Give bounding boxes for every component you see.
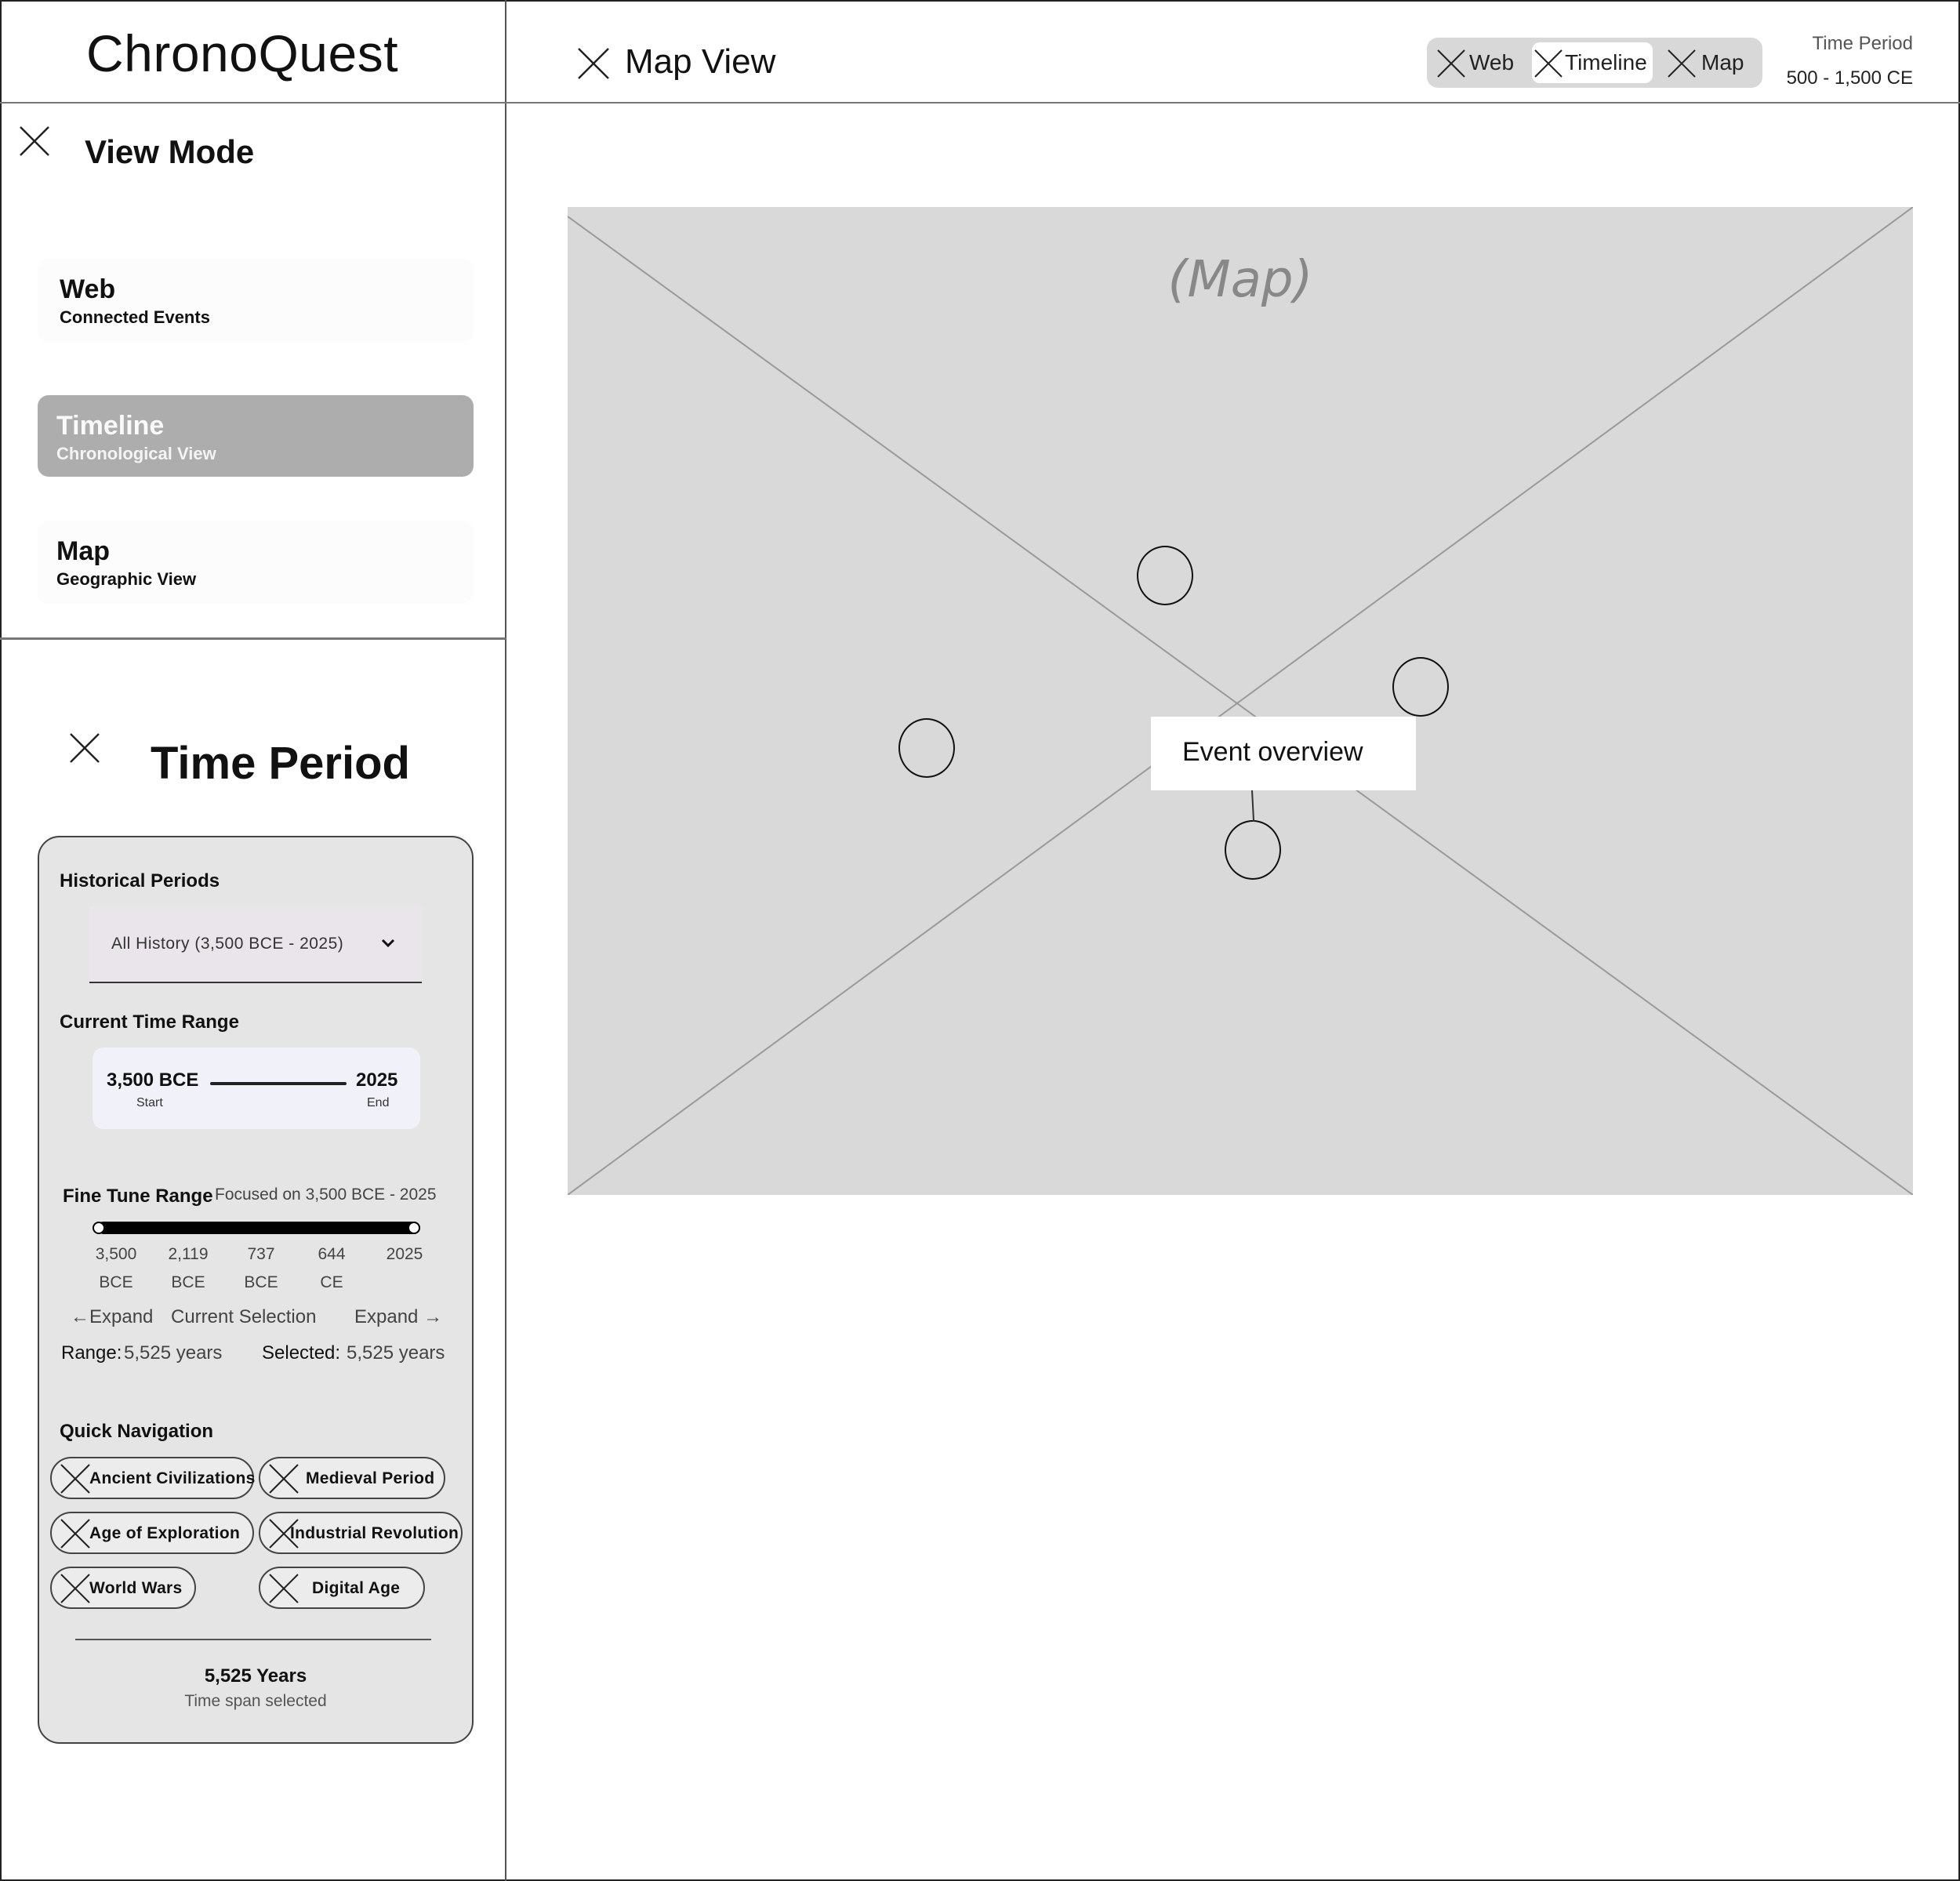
close-icon <box>267 1571 301 1606</box>
view-switch-map[interactable]: Map <box>1662 42 1758 83</box>
quick-nav-age-of-exploration[interactable]: Age of Exploration <box>50 1512 254 1554</box>
slider-tick-era: BCE <box>171 1273 205 1291</box>
view-mode-web[interactable]: Web Connected Events <box>38 259 474 342</box>
expand-right-button[interactable]: Expand → <box>354 1306 442 1328</box>
page-title: Map View <box>625 42 776 81</box>
close-icon <box>1436 49 1466 78</box>
historical-periods-label: Historical Periods <box>60 870 220 891</box>
quick-nav-label: Digital Age <box>312 1579 401 1597</box>
range-end-label: End <box>367 1096 390 1109</box>
range-end-value: 2025 <box>356 1069 398 1091</box>
app-title: ChronoQuest <box>86 24 399 82</box>
quick-nav-digital-age[interactable]: Digital Age <box>259 1567 425 1609</box>
slider-tick-label: 3,500 <box>95 1245 137 1263</box>
map-event-marker[interactable] <box>1137 546 1193 605</box>
map-placeholder[interactable]: (Map) Event overview <box>568 207 1913 1195</box>
quick-nav-ancient-civilizations[interactable]: Ancient Civilizations <box>50 1457 256 1499</box>
map-event-marker[interactable] <box>1392 657 1449 717</box>
range-years-label: Range: <box>61 1342 122 1364</box>
historical-period-select-value: All History (3,500 BCE - 2025) <box>111 935 344 953</box>
quick-nav-medieval-period[interactable]: Medieval Period <box>259 1457 445 1499</box>
current-time-range-label: Current Time Range <box>60 1011 239 1033</box>
slider-tick-label: 2025 <box>386 1245 423 1263</box>
time-period-title: Time Period <box>151 738 410 789</box>
range-start-value: 3,500 BCE <box>107 1069 199 1091</box>
header-divider <box>0 102 1960 103</box>
view-switch-web-label: Web <box>1469 50 1515 74</box>
view-switcher: Web Timeline Map <box>1427 38 1762 88</box>
current-selection-label: Current Selection <box>171 1306 317 1327</box>
quick-nav-industrial-revolution[interactable]: Industrial Revolution <box>259 1512 463 1554</box>
view-mode-map-title: Map <box>56 536 110 566</box>
quick-nav-label: World Wars <box>89 1579 183 1597</box>
view-switch-web[interactable]: Web <box>1432 42 1524 83</box>
view-mode-map-subtitle: Geographic View <box>56 569 197 589</box>
selected-years-value: 5,525 years <box>347 1342 445 1364</box>
view-mode-web-title: Web <box>60 274 116 304</box>
sidebar-divider <box>505 0 506 1881</box>
time-span-caption: Time span selected <box>184 1692 327 1710</box>
quick-nav-label: Industrial Revolution <box>290 1524 459 1542</box>
time-period-header-value: 500 - 1,500 CE <box>1786 67 1913 89</box>
view-switch-timeline-label: Timeline <box>1565 50 1647 74</box>
close-icon[interactable] <box>19 125 50 157</box>
slider-tick-label: 644 <box>318 1245 346 1263</box>
expand-left-button[interactable]: ←Expand <box>71 1306 153 1328</box>
map-event-marker[interactable] <box>1225 820 1281 880</box>
close-icon <box>58 1516 93 1551</box>
slider-tick-era: BCE <box>244 1273 278 1291</box>
event-overview-text: Event overview <box>1182 737 1363 767</box>
fine-tune-slider-end-handle[interactable] <box>408 1222 420 1234</box>
close-icon <box>267 1462 301 1496</box>
time-span-total: 5,525 Years <box>204 1665 307 1687</box>
historical-period-select[interactable]: All History (3,500 BCE - 2025) <box>89 906 422 983</box>
range-years-value: 5,525 years <box>124 1342 223 1364</box>
slider-tick-era: CE <box>320 1273 343 1291</box>
fine-tune-range-label: Fine Tune Range <box>63 1186 213 1207</box>
range-start-label: Start <box>136 1096 163 1109</box>
close-icon <box>1667 49 1697 78</box>
current-time-range: 3,500 BCE Start 2025 End <box>93 1048 420 1129</box>
close-icon <box>1534 49 1563 78</box>
fine-tune-slider-track[interactable] <box>97 1222 420 1234</box>
slider-tick-label: 737 <box>247 1245 275 1263</box>
view-switch-map-label: Map <box>1701 50 1744 74</box>
selected-years-label: Selected: <box>262 1342 341 1364</box>
fine-tune-focus-text: Focused on 3,500 BCE - 2025 <box>215 1186 437 1204</box>
time-period-header-label: Time Period <box>1812 33 1913 54</box>
quick-nav-label: Medieval Period <box>306 1469 435 1487</box>
range-connector <box>210 1082 347 1085</box>
divider <box>75 1639 431 1640</box>
map-placeholder-cross <box>568 207 1913 1195</box>
close-icon[interactable] <box>577 47 610 80</box>
close-icon <box>58 1571 93 1606</box>
slider-tick-era: BCE <box>99 1273 133 1291</box>
view-mode-map[interactable]: Map Geographic View <box>38 521 474 604</box>
map-event-marker[interactable] <box>898 718 955 778</box>
view-mode-web-subtitle: Connected Events <box>60 307 210 327</box>
view-mode-timeline-subtitle: Chronological View <box>56 444 216 463</box>
view-mode-title: View Mode <box>85 133 255 170</box>
quick-nav-label: Ancient Civilizations <box>89 1469 256 1487</box>
view-switch-timeline[interactable]: Timeline <box>1532 42 1653 83</box>
chevron-down-icon <box>379 935 397 952</box>
fine-tune-slider-start-handle[interactable] <box>93 1222 105 1234</box>
map-caption: (Map) <box>1167 251 1313 309</box>
sidebar-section-divider <box>0 637 506 640</box>
close-icon[interactable] <box>69 732 100 764</box>
quick-nav-world-wars[interactable]: World Wars <box>50 1567 196 1609</box>
view-mode-timeline-title: Timeline <box>56 411 165 441</box>
view-mode-timeline[interactable]: Timeline Chronological View <box>38 395 474 477</box>
quick-nav-label: Age of Exploration <box>89 1524 241 1542</box>
close-icon <box>58 1462 93 1496</box>
quick-navigation-label: Quick Navigation <box>60 1421 214 1442</box>
event-overview-tooltip[interactable]: Event overview <box>1151 717 1416 790</box>
slider-tick-label: 2,119 <box>168 1245 209 1263</box>
